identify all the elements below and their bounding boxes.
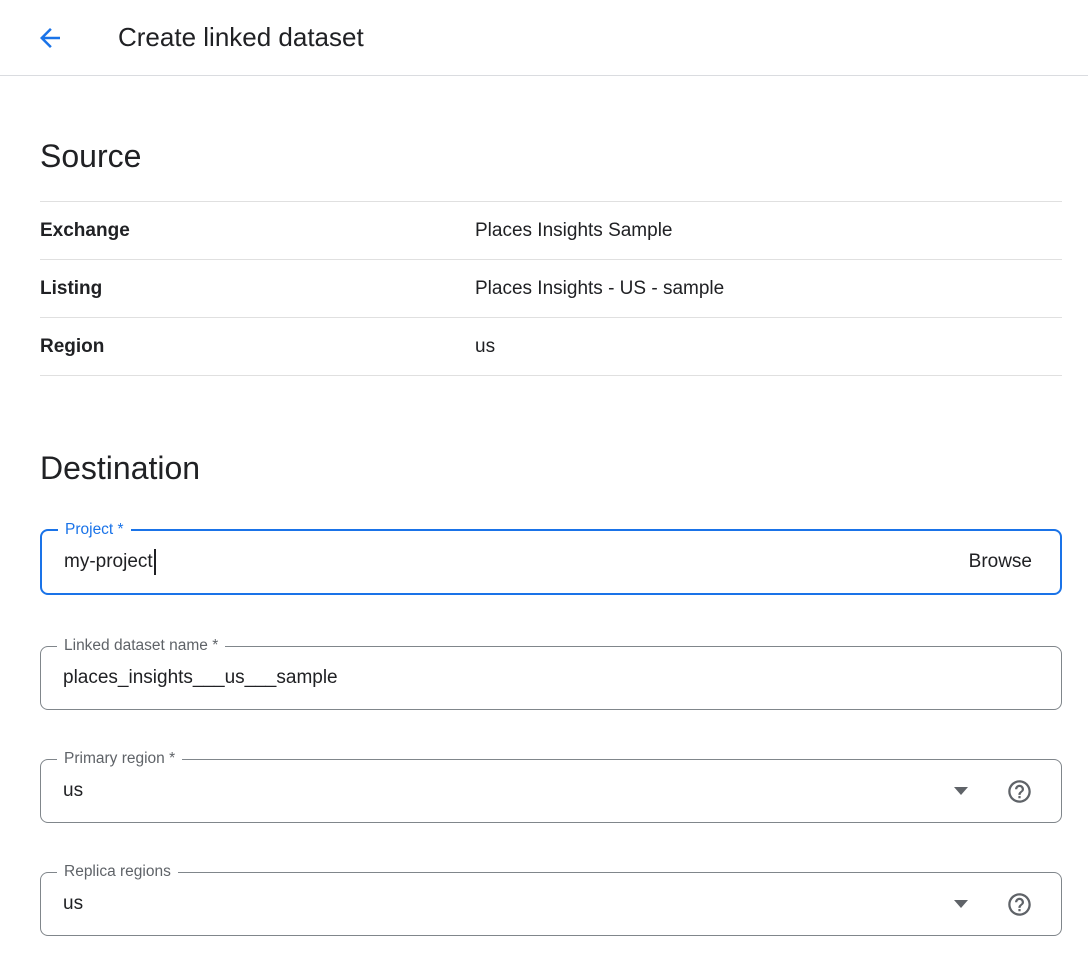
project-field[interactable]: Project * my-project Browse bbox=[40, 529, 1062, 595]
row-value: Places Insights Sample bbox=[475, 220, 673, 242]
primary-region-value: us bbox=[63, 780, 954, 802]
table-row-region: Region us bbox=[40, 318, 1062, 376]
row-value: us bbox=[475, 336, 495, 358]
row-label: Exchange bbox=[40, 220, 475, 242]
linked-dataset-name-field[interactable]: Linked dataset name * places_insights___… bbox=[40, 646, 1062, 710]
text-cursor bbox=[154, 549, 156, 575]
linked-dataset-name-text: places_insights___us___sample bbox=[63, 667, 338, 689]
source-info-table: Exchange Places Insights Sample Listing … bbox=[40, 201, 1062, 376]
destination-heading: Destination bbox=[40, 450, 1062, 487]
replica-regions-field[interactable]: Replica regions us bbox=[40, 872, 1062, 936]
source-heading: Source bbox=[40, 138, 1062, 175]
primary-region-text: us bbox=[63, 780, 83, 802]
table-row-listing: Listing Places Insights - US - sample bbox=[40, 260, 1062, 318]
project-field-text: my-project bbox=[64, 551, 153, 573]
help-icon[interactable] bbox=[1006, 778, 1033, 805]
linked-dataset-name-value: places_insights___us___sample bbox=[63, 667, 1033, 689]
project-field-label: Project * bbox=[58, 520, 131, 540]
help-icon[interactable] bbox=[1006, 891, 1033, 918]
row-label: Listing bbox=[40, 278, 475, 300]
back-button[interactable] bbox=[30, 18, 70, 58]
replica-regions-label: Replica regions bbox=[57, 862, 178, 882]
row-label: Region bbox=[40, 336, 475, 358]
arrow-back-icon bbox=[35, 23, 65, 53]
linked-dataset-name-label: Linked dataset name * bbox=[57, 636, 225, 656]
create-linked-dataset-page: Create linked dataset Source Exchange Pl… bbox=[0, 0, 1088, 976]
primary-region-field[interactable]: Primary region * us bbox=[40, 759, 1062, 823]
table-row-exchange: Exchange Places Insights Sample bbox=[40, 202, 1062, 260]
help-outline-icon bbox=[1006, 891, 1033, 918]
replica-regions-text: us bbox=[63, 893, 83, 915]
dropdown-arrow-icon[interactable] bbox=[954, 787, 968, 795]
page-title: Create linked dataset bbox=[118, 22, 364, 53]
project-field-value: my-project bbox=[64, 549, 969, 575]
dropdown-arrow-icon[interactable] bbox=[954, 900, 968, 908]
replica-regions-value: us bbox=[63, 893, 954, 915]
primary-region-label: Primary region * bbox=[57, 749, 182, 769]
main-content: Source Exchange Places Insights Sample L… bbox=[0, 138, 1088, 936]
row-value: Places Insights - US - sample bbox=[475, 278, 724, 300]
browse-button[interactable]: Browse bbox=[969, 551, 1032, 573]
help-outline-icon bbox=[1006, 778, 1033, 805]
page-header: Create linked dataset bbox=[0, 0, 1088, 76]
